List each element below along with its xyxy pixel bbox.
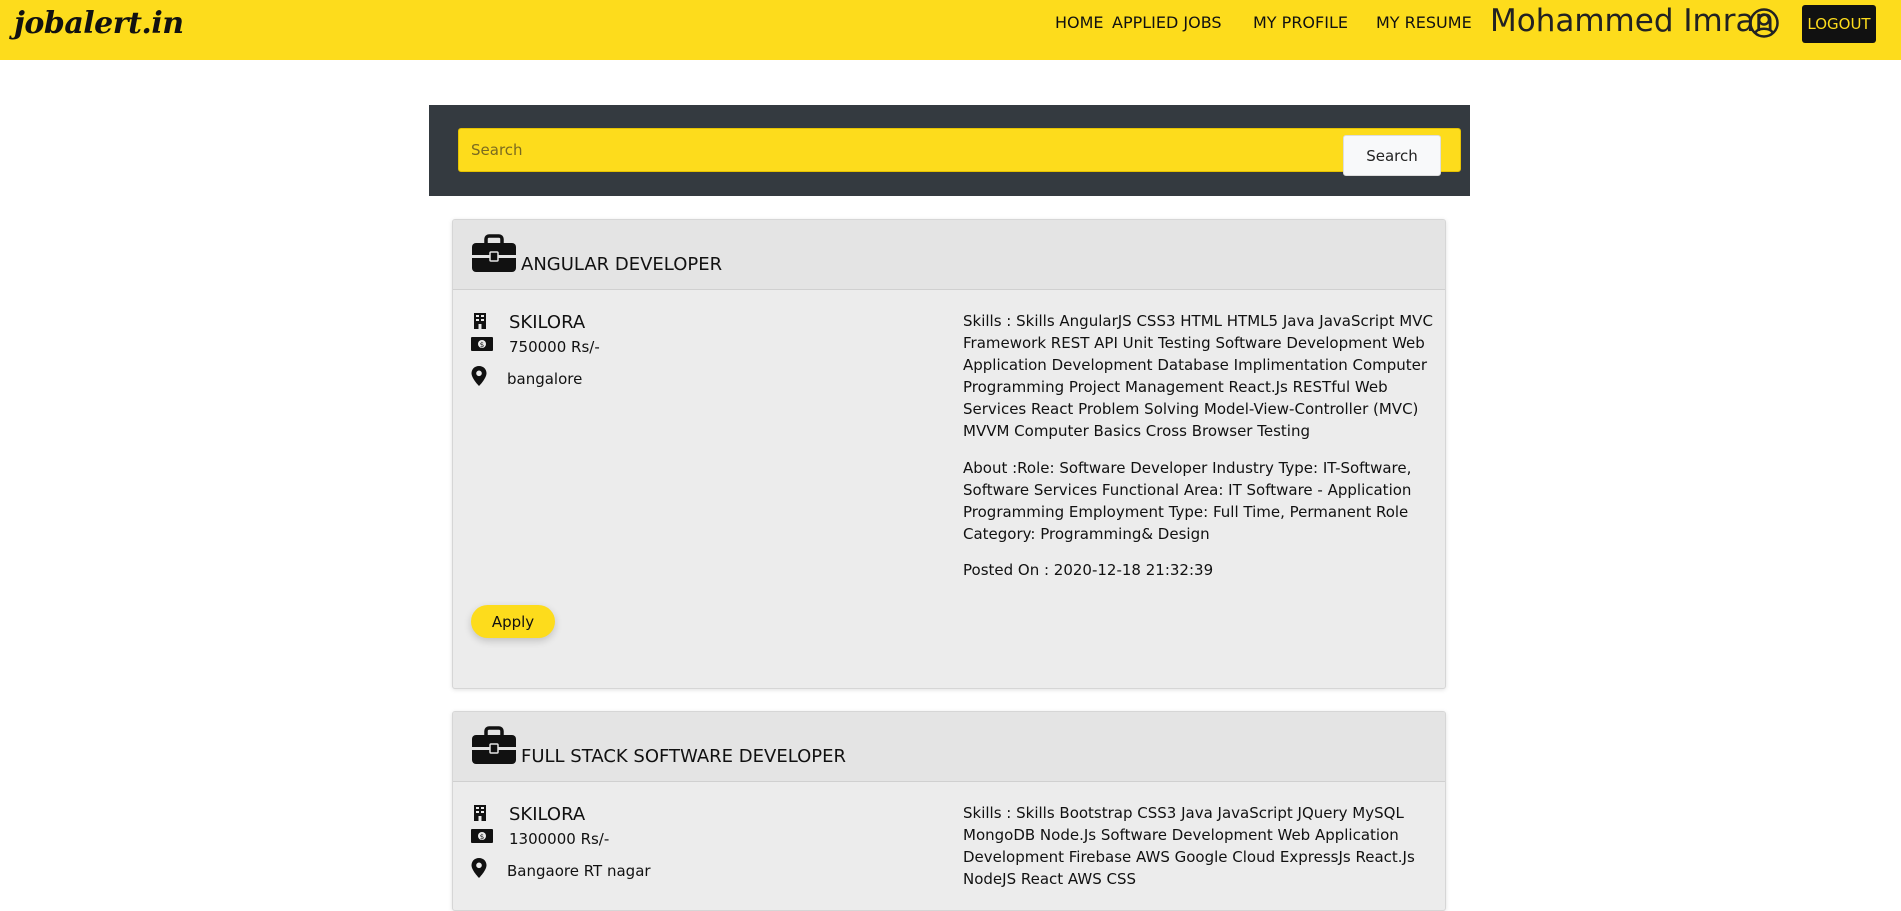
company-name: SKILORA	[509, 312, 586, 333]
job-title[interactable]: ANGULAR DEVELOPER	[521, 254, 722, 275]
apply-button[interactable]: Apply	[471, 605, 555, 638]
svg-text:$: $	[480, 833, 484, 841]
user-circle-icon[interactable]	[1748, 7, 1780, 39]
company-name: SKILORA	[509, 804, 586, 825]
nav-my-resume[interactable]: MY RESUME	[1376, 13, 1472, 32]
money-bill-icon: $	[471, 337, 493, 351]
money-bill-icon: $	[471, 829, 493, 843]
username[interactable]: Mohammed Imran	[1490, 3, 1774, 39]
location: Bangaore RT nagar	[507, 862, 651, 880]
briefcase-icon	[472, 726, 516, 764]
salary: 750000 Rs/-	[509, 338, 600, 356]
building-icon	[474, 313, 486, 329]
svg-text:$: $	[480, 341, 484, 349]
job-card: ANGULAR DEVELOPER SKILORA $ 750000 Rs/- …	[452, 219, 1446, 689]
map-marker-icon	[471, 858, 487, 878]
job-title[interactable]: FULL STACK SOFTWARE DEVELOPER	[521, 746, 846, 767]
nav-applied-jobs[interactable]: APPLIED JOBS	[1112, 13, 1222, 32]
top-navbar: jobalert.in HOME APPLIED JOBS MY PROFILE…	[0, 0, 1901, 60]
map-marker-icon	[471, 366, 487, 386]
search-input[interactable]	[458, 128, 1461, 172]
location: bangalore	[507, 370, 583, 388]
nav-my-profile[interactable]: MY PROFILE	[1253, 13, 1348, 32]
job-card: FULL STACK SOFTWARE DEVELOPER SKILORA $ …	[452, 711, 1446, 911]
salary: 1300000 Rs/-	[509, 830, 610, 848]
job-posted-date: Posted On : 2020-12-18 21:32:39	[963, 561, 1214, 579]
job-card-header: ANGULAR DEVELOPER	[453, 220, 1445, 290]
search-panel: Search	[429, 105, 1470, 196]
brand-logo[interactable]: jobalert.in	[14, 6, 184, 41]
nav-home[interactable]: HOME	[1055, 13, 1104, 32]
job-about: About :Role: Software Developer Industry…	[963, 459, 1412, 543]
job-skills: Skills : Skills AngularJS CSS3 HTML HTML…	[963, 312, 1433, 440]
logout-button[interactable]: LOGOUT	[1802, 5, 1876, 43]
briefcase-icon	[472, 234, 516, 272]
building-icon	[474, 805, 486, 821]
job-skills: Skills : Skills Bootstrap CSS3 Java Java…	[963, 804, 1415, 888]
search-button[interactable]: Search	[1343, 135, 1441, 176]
job-card-header: FULL STACK SOFTWARE DEVELOPER	[453, 712, 1445, 782]
